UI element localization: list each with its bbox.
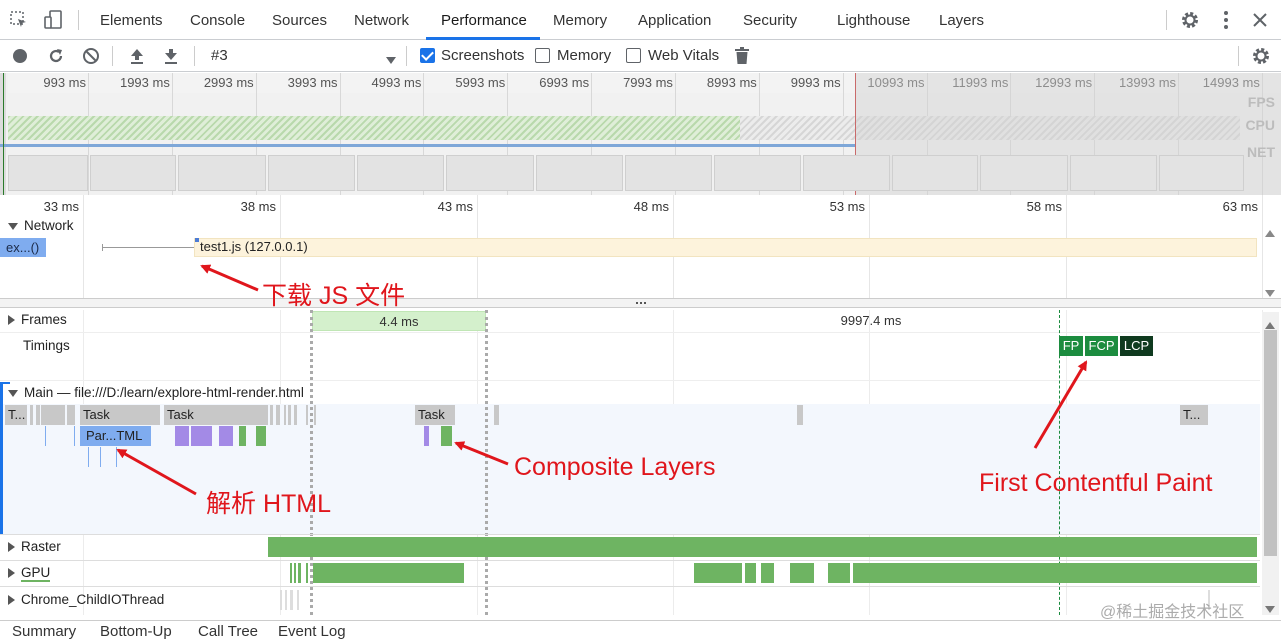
annotation-download-js: 下载 JS 文件: [262, 282, 406, 310]
tab-call-tree[interactable]: Call Tree: [198, 623, 258, 640]
annotation-composite-layers: Composite Layers: [514, 453, 716, 481]
tab-summary[interactable]: Summary: [12, 623, 76, 640]
annotation-first-contentful-paint: First Contentful Paint: [979, 469, 1213, 497]
annotation-parse-html: 解析 HTML: [206, 490, 332, 518]
annotation-arrows: [116, 264, 1088, 496]
details-tab-bar: Summary Bottom-Up Call Tree Event Log: [0, 620, 1281, 640]
tab-bottom-up[interactable]: Bottom-Up: [100, 623, 172, 640]
tab-event-log[interactable]: Event Log: [278, 623, 346, 640]
watermark: @稀土掘金技术社区: [1100, 604, 1245, 621]
